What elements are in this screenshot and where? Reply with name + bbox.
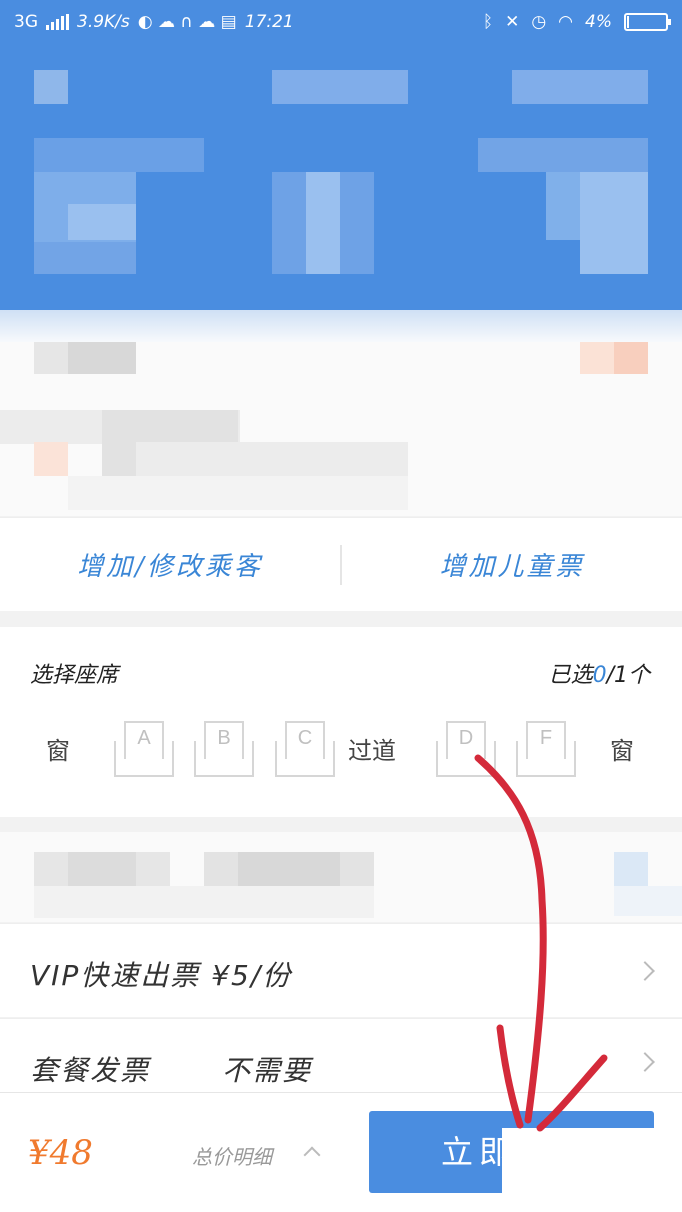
selected-suffix: /1个	[606, 663, 650, 688]
seat-letter: F	[526, 721, 566, 759]
seat-letter: B	[204, 721, 244, 759]
seat-f[interactable]: F	[516, 721, 576, 777]
mute-icon: ✕	[505, 12, 520, 32]
seat-d[interactable]: D	[436, 721, 496, 777]
seat-c[interactable]: C	[275, 721, 335, 777]
battery-percent: 4%	[585, 12, 612, 32]
add-child-ticket-button[interactable]: 增加儿童票	[342, 546, 682, 583]
aisle-label: 过道	[348, 737, 396, 765]
network-type: 3G	[14, 12, 38, 32]
chevron-up-icon[interactable]	[303, 1146, 321, 1164]
status-bar: 3G 3.9K/s ◐ ☁ ∩ ☁ ▤ 17:21 ᛒ ✕ ◷ ◠ 4%	[0, 0, 682, 44]
invoice-value: 不需要	[222, 1054, 313, 1087]
vip-fast-ticket-row[interactable]: VIP快速出票 ¥5/份	[0, 923, 682, 1017]
selected-number: 0	[592, 663, 607, 688]
seat-b[interactable]: B	[194, 721, 254, 777]
seat-letter: C	[285, 721, 325, 759]
seat-letter: A	[124, 721, 164, 759]
seat-selection: 选择座席 已选0/1个 窗 A B C 过道 D F 窗	[0, 627, 682, 817]
total-price: ¥48	[28, 1133, 93, 1173]
redaction-patch	[502, 1128, 662, 1212]
window-label-left: 窗	[46, 737, 70, 765]
add-edit-passenger-button[interactable]: 增加/修改乘客	[0, 546, 340, 583]
trip-info-redacted	[0, 342, 682, 516]
app-notification-icons: ◐ ☁ ∩ ☁ ▤	[137, 12, 237, 32]
signal-icon	[46, 14, 69, 30]
chevron-right-icon	[635, 1052, 655, 1072]
bluetooth-icon: ᛒ	[482, 12, 494, 32]
insurance-row-redacted	[0, 832, 682, 922]
seat-a[interactable]: A	[114, 721, 174, 777]
header-fade	[0, 310, 682, 342]
invoice-label: 套餐发票	[30, 1054, 151, 1087]
alarm-icon: ◷	[531, 12, 547, 32]
trip-header-redacted	[0, 44, 682, 310]
wifi-icon: ◠	[558, 12, 574, 32]
selected-prefix: 已选	[548, 663, 593, 688]
passenger-actions: 增加/修改乘客 增加儿童票	[0, 517, 682, 611]
battery-icon	[624, 13, 671, 31]
network-speed: 3.9K/s	[77, 12, 130, 32]
seat-row: 窗 A B C 过道 D F 窗	[0, 717, 682, 781]
clock: 17:21	[244, 12, 294, 32]
chevron-right-icon	[635, 961, 655, 981]
window-label-right: 窗	[610, 737, 634, 765]
invoice-row[interactable]: 套餐发票 不需要	[0, 1018, 682, 1092]
price-detail-toggle[interactable]: 总价明细	[192, 1141, 272, 1170]
vip-label: VIP快速出票 ¥5/份	[30, 959, 293, 992]
seat-selected-count: 已选0/1个	[549, 657, 650, 689]
seat-letter: D	[446, 721, 486, 759]
seat-selection-title: 选择座席	[30, 663, 119, 688]
